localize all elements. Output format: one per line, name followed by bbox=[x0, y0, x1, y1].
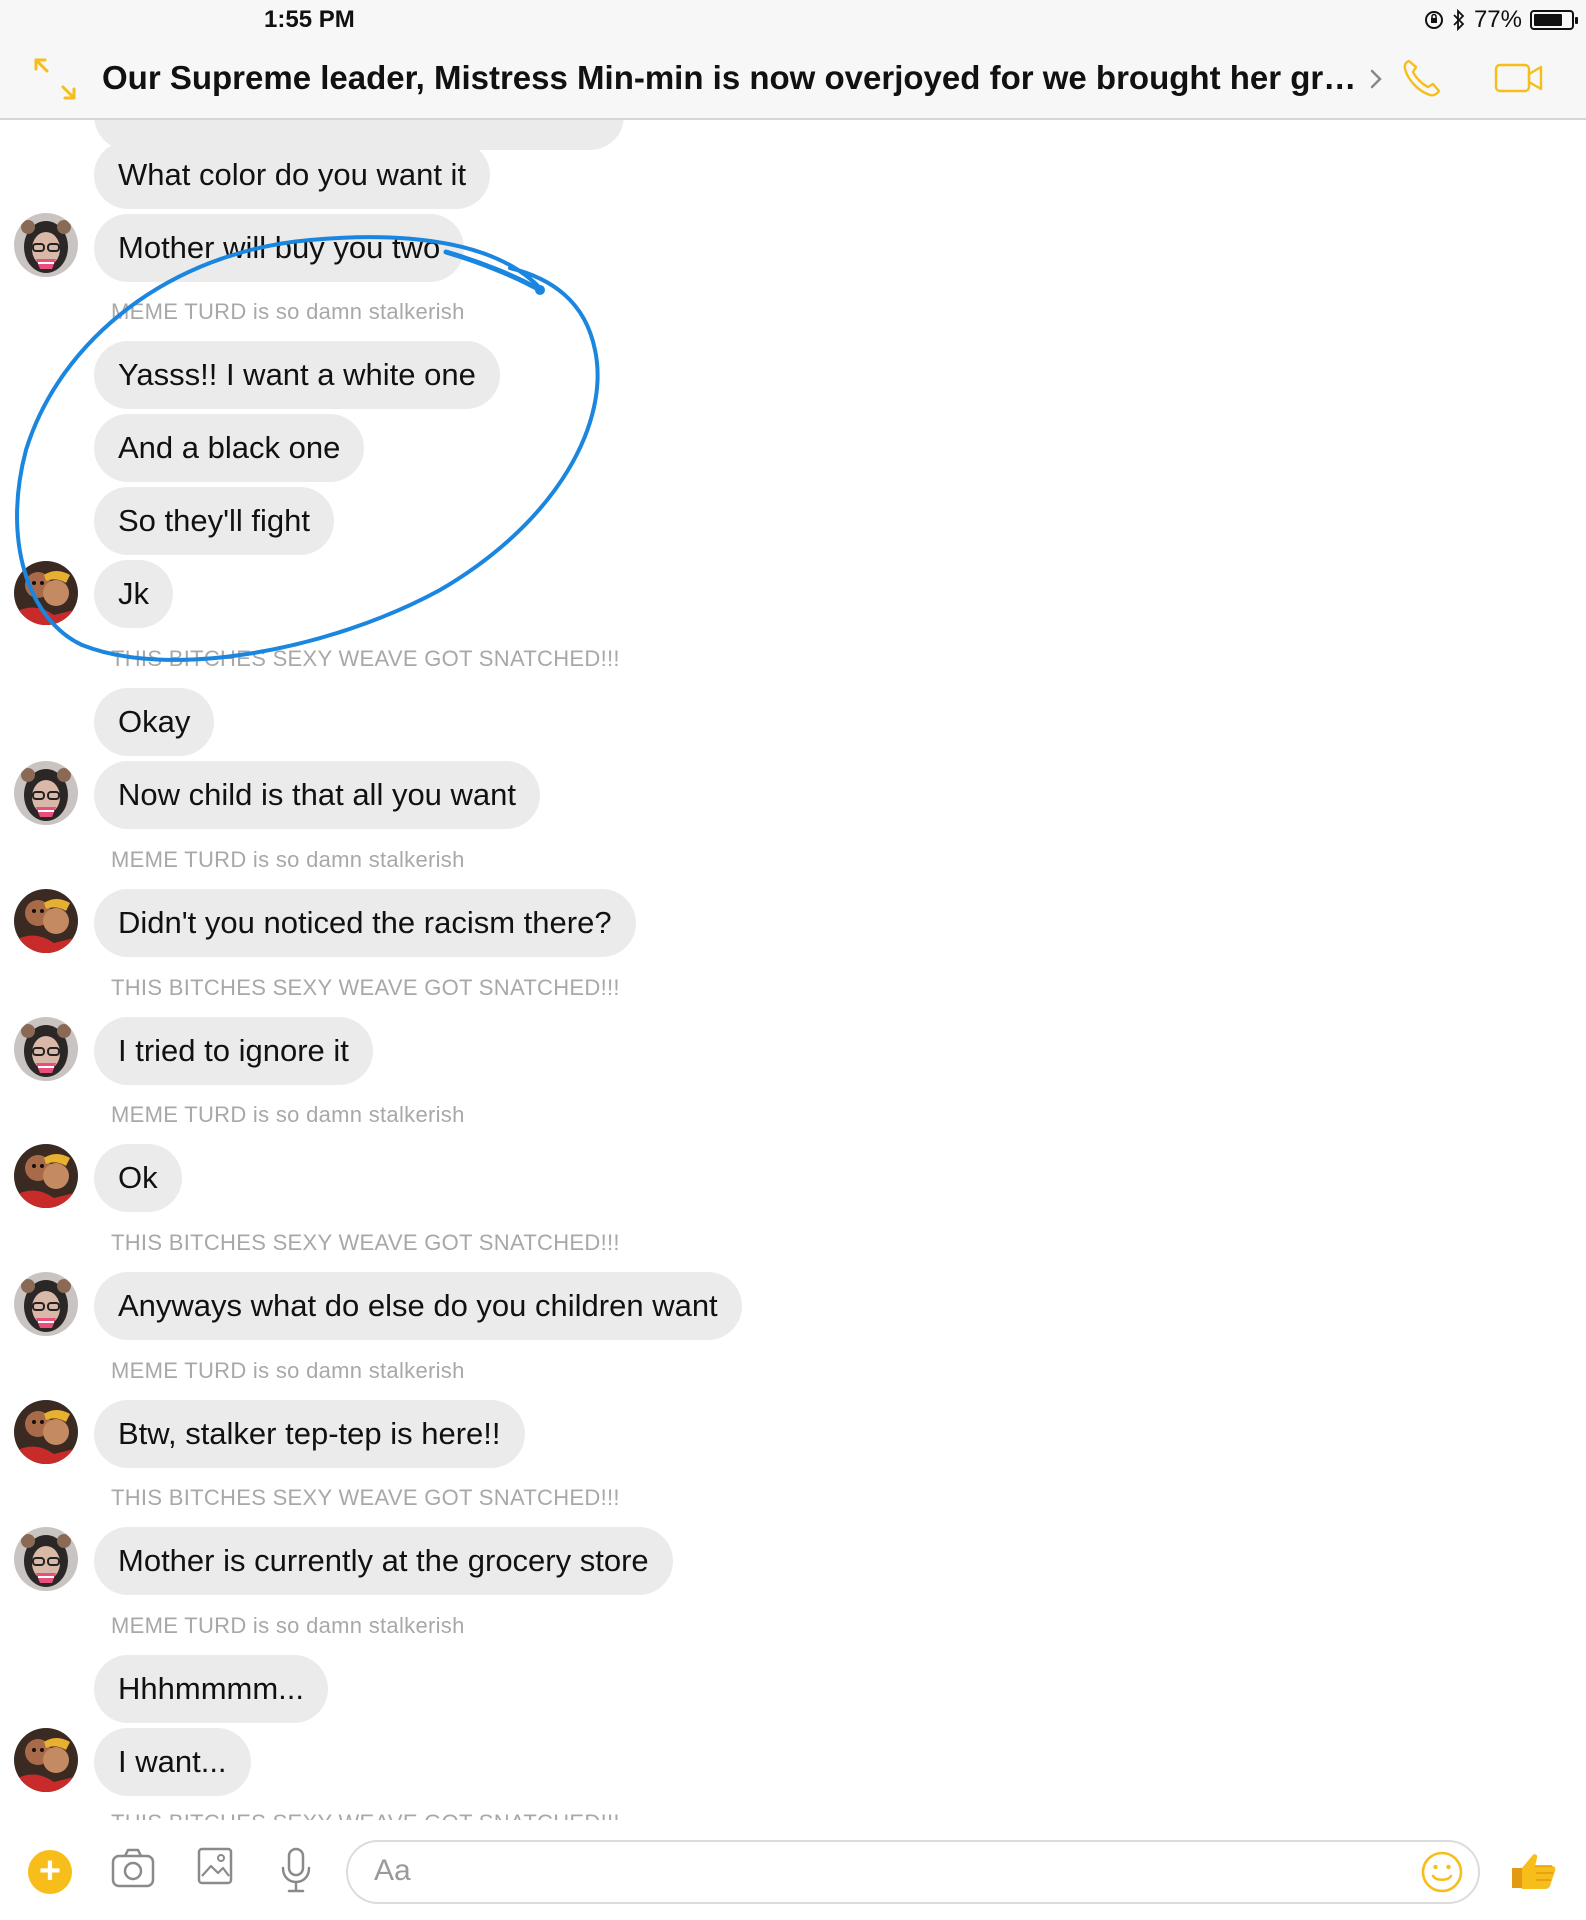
message-bubble: And a black one bbox=[94, 414, 365, 482]
read-receipt-caption: MEME TURD is so damn stalkerish bbox=[111, 847, 465, 872]
message-input[interactable]: Aa bbox=[346, 1840, 1480, 1904]
message-bubble: Didn't you noticed the racism there? bbox=[94, 889, 636, 957]
avatar[interactable] bbox=[14, 1272, 78, 1336]
conversation-header: Our Supreme leader, Mistress Min-min is … bbox=[0, 40, 1586, 120]
avatar[interactable] bbox=[14, 1728, 78, 1792]
add-button[interactable]: + bbox=[28, 1850, 72, 1894]
phone-icon[interactable] bbox=[1400, 56, 1444, 100]
chevron-right-icon[interactable] bbox=[1366, 64, 1386, 94]
message-bubble: Now child is that all you want bbox=[94, 761, 541, 829]
expand-icon[interactable] bbox=[32, 56, 78, 102]
read-receipt-caption: MEME TURD is so damn stalkerish bbox=[111, 299, 465, 324]
avatar[interactable] bbox=[14, 761, 78, 825]
avatar[interactable] bbox=[14, 1144, 78, 1208]
image-icon[interactable] bbox=[196, 1846, 234, 1886]
emoji-icon[interactable] bbox=[1420, 1850, 1464, 1894]
avatar[interactable] bbox=[14, 1017, 78, 1081]
status-indicators: 77% bbox=[1424, 6, 1578, 34]
message-bubble: Ok bbox=[94, 1144, 182, 1212]
read-receipt-caption: THIS BITCHES SEXY WEAVE GOT SNATCHED!!! bbox=[111, 1230, 620, 1255]
message-bubble: Mother will buy you two bbox=[94, 214, 465, 282]
avatar[interactable] bbox=[14, 561, 78, 625]
avatar[interactable] bbox=[14, 1400, 78, 1464]
thumbs-up-icon[interactable] bbox=[1508, 1848, 1558, 1894]
message-input-placeholder: Aa bbox=[374, 1854, 411, 1887]
read-receipt-caption: THIS BITCHES SEXY WEAVE GOT SNATCHED!!! bbox=[111, 646, 620, 671]
message-bubble: Mother is currently at the grocery store bbox=[94, 1527, 673, 1595]
message-bubble: I tried to ignore it bbox=[94, 1017, 373, 1085]
message-bubble: Yasss!! I want a white one bbox=[94, 341, 500, 409]
mic-icon[interactable] bbox=[280, 1846, 312, 1894]
read-receipt-caption: THIS BITCHES SEXY WEAVE GOT SNATCHED!!! bbox=[111, 975, 620, 1000]
rotation-lock-icon bbox=[1424, 11, 1443, 29]
message-bubble: So they'll fight bbox=[94, 487, 335, 555]
message-bubble: What color do you want it bbox=[94, 141, 491, 209]
read-receipt-caption: MEME TURD is so damn stalkerish bbox=[111, 1613, 465, 1638]
message-bubble: I want... bbox=[94, 1728, 251, 1796]
message-bubble: Okay bbox=[94, 688, 215, 756]
message-list[interactable]: What color do you want it Mother will bu… bbox=[0, 120, 1586, 1820]
message-bubble: Anyways what do else do you children wan… bbox=[94, 1272, 742, 1340]
bluetooth-icon bbox=[1453, 9, 1465, 31]
message-bubble: Hhhmmmm... bbox=[94, 1655, 328, 1723]
battery-percent: 77% bbox=[1473, 6, 1522, 33]
read-receipt-caption: MEME TURD is so damn stalkerish bbox=[111, 1358, 465, 1383]
conversation-title[interactable]: Our Supreme leader, Mistress Min-min is … bbox=[102, 59, 1362, 97]
read-receipt-caption: THIS BITCHES SEXY WEAVE GOT SNATCHED!!! bbox=[111, 1810, 620, 1820]
message-bubble: Jk bbox=[94, 560, 173, 628]
battery-icon bbox=[1530, 10, 1578, 30]
read-receipt-caption: MEME TURD is so damn stalkerish bbox=[111, 1102, 465, 1127]
battery-fill bbox=[1534, 14, 1562, 26]
status-time: 1:55 PM bbox=[264, 6, 355, 33]
video-icon[interactable] bbox=[1494, 60, 1544, 96]
avatar[interactable] bbox=[14, 213, 78, 277]
read-receipt-caption: THIS BITCHES SEXY WEAVE GOT SNATCHED!!! bbox=[111, 1485, 620, 1510]
avatar[interactable] bbox=[14, 1527, 78, 1591]
message-bubble: Btw, stalker tep-tep is here!! bbox=[94, 1400, 525, 1468]
camera-icon[interactable] bbox=[110, 1846, 156, 1890]
status-bar: 1:55 PM 77% bbox=[0, 0, 1586, 40]
composer-bar: + Aa bbox=[0, 1820, 1586, 1920]
avatar[interactable] bbox=[14, 889, 78, 953]
